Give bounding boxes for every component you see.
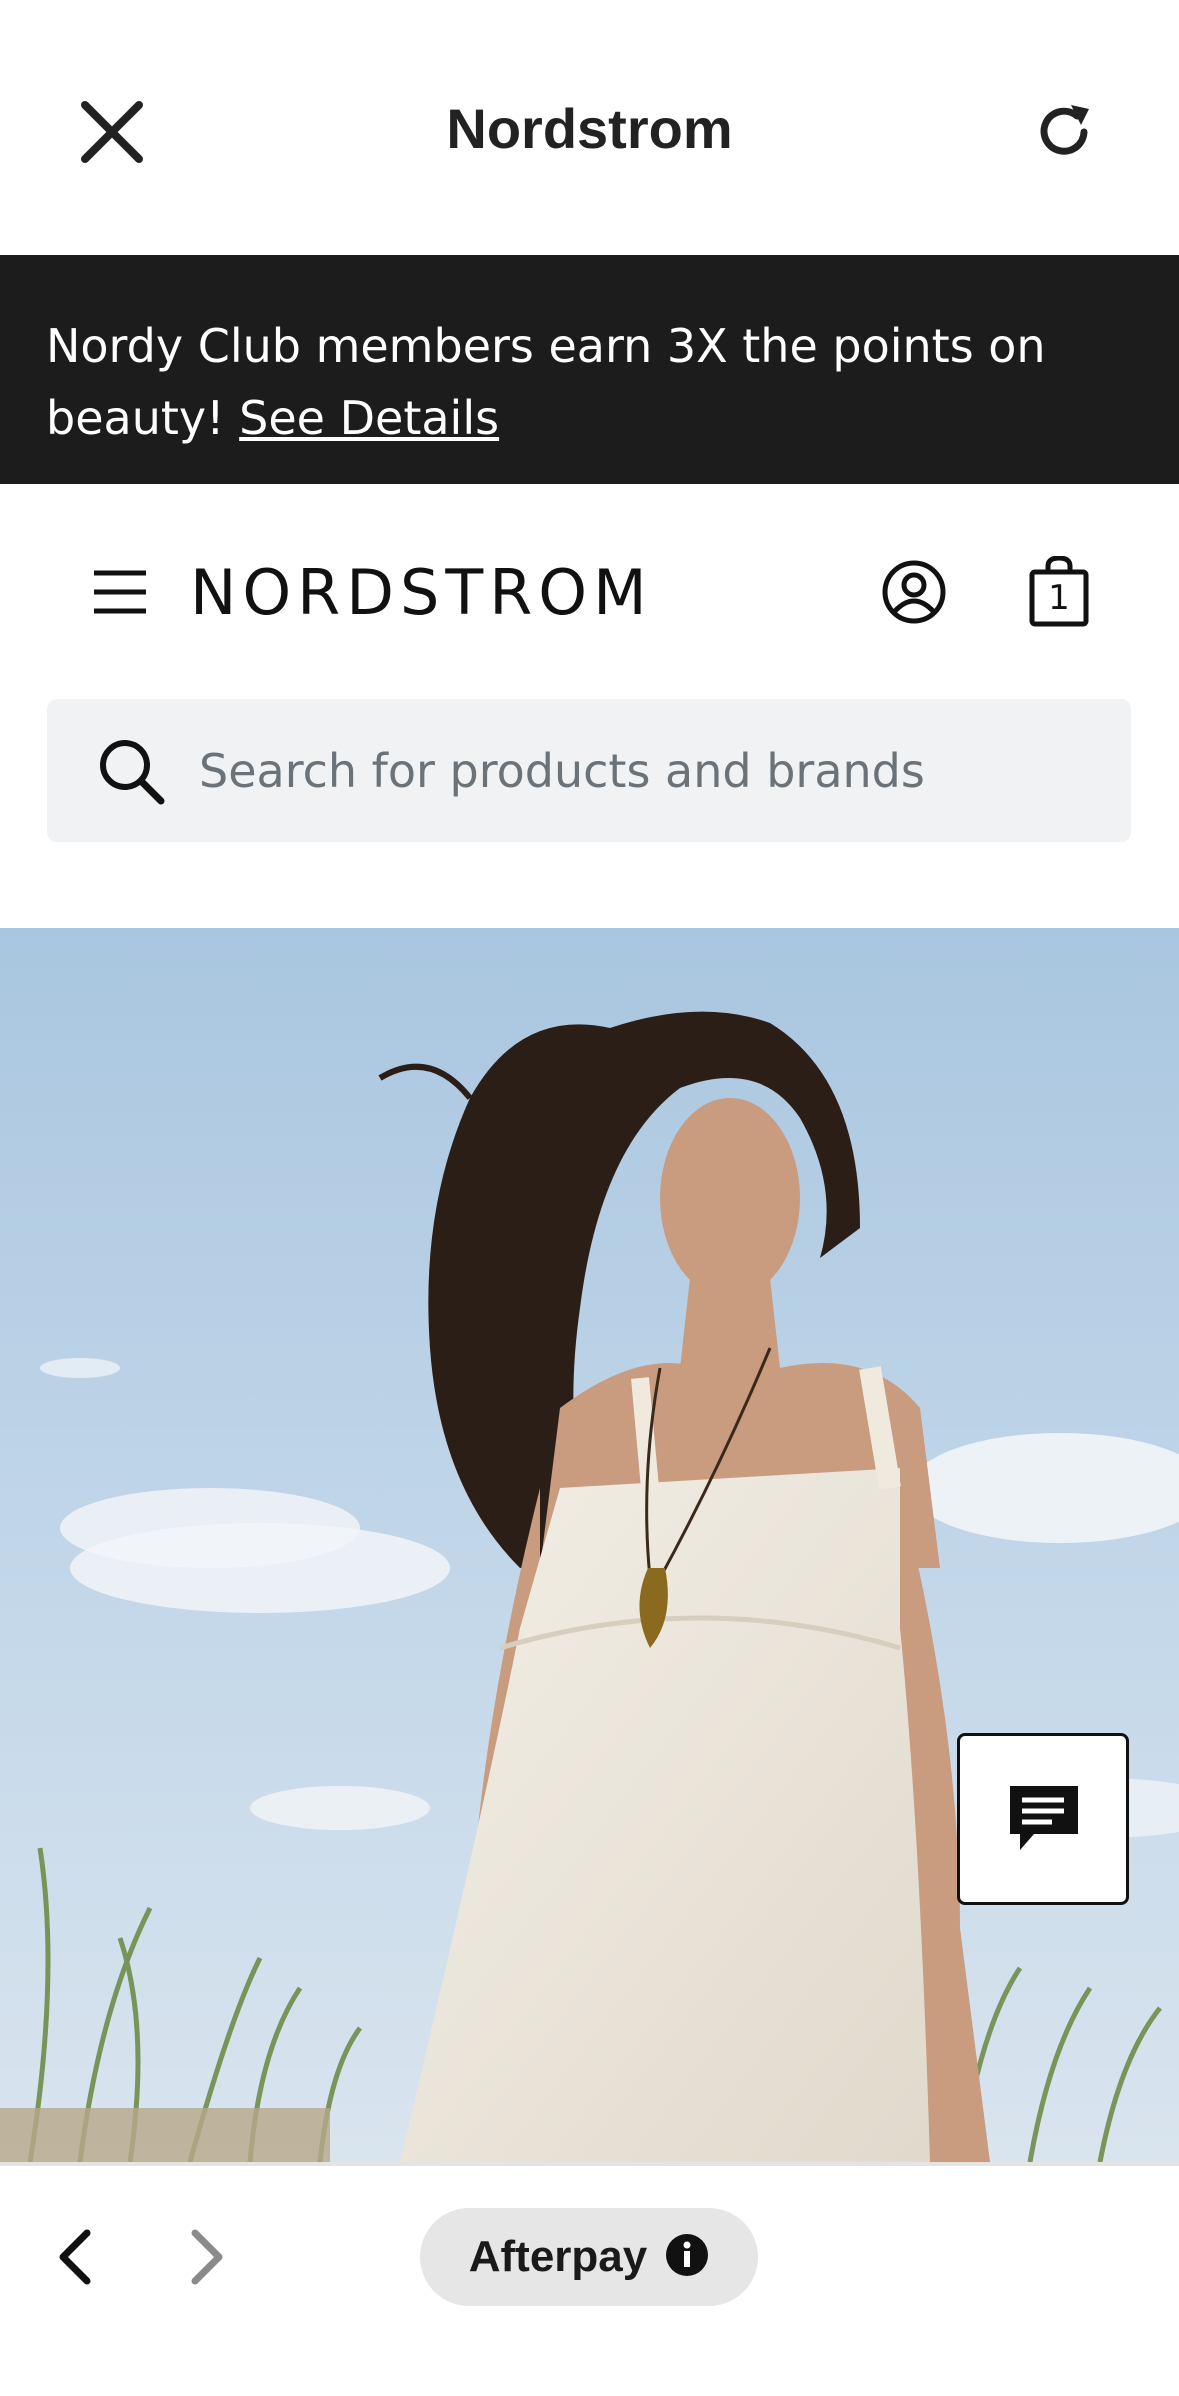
see-details-link[interactable]: See Details	[239, 391, 499, 445]
webview-title: Nordstrom	[446, 97, 733, 160]
nordstrom-logo[interactable]: NORDSTROM	[190, 556, 653, 629]
search-bar[interactable]	[47, 699, 1131, 842]
promo-message: Nordy Club members earn 3X the points on…	[46, 319, 1046, 445]
search-icon	[97, 737, 167, 812]
chat-button[interactable]	[957, 1733, 1129, 1905]
chevron-left-icon[interactable]	[40, 2222, 110, 2292]
bag-count: 1	[1048, 578, 1070, 618]
hero-image[interactable]	[0, 928, 1179, 2162]
promo-text: Nordy Club members earn 3X the points on…	[46, 310, 1146, 454]
shopping-bag-icon[interactable]: 1	[1026, 556, 1092, 628]
chevron-right-icon[interactable]	[172, 2222, 242, 2292]
hamburger-menu-icon[interactable]	[88, 560, 152, 624]
search-input[interactable]	[197, 737, 1101, 805]
chat-icon	[1006, 1782, 1082, 1863]
info-icon	[665, 2233, 709, 2282]
account-icon[interactable]	[878, 556, 950, 628]
afterpay-button[interactable]: Afterpay	[420, 2208, 758, 2306]
reload-icon[interactable]	[1022, 90, 1106, 174]
afterpay-label: Afterpay	[468, 2232, 648, 2281]
